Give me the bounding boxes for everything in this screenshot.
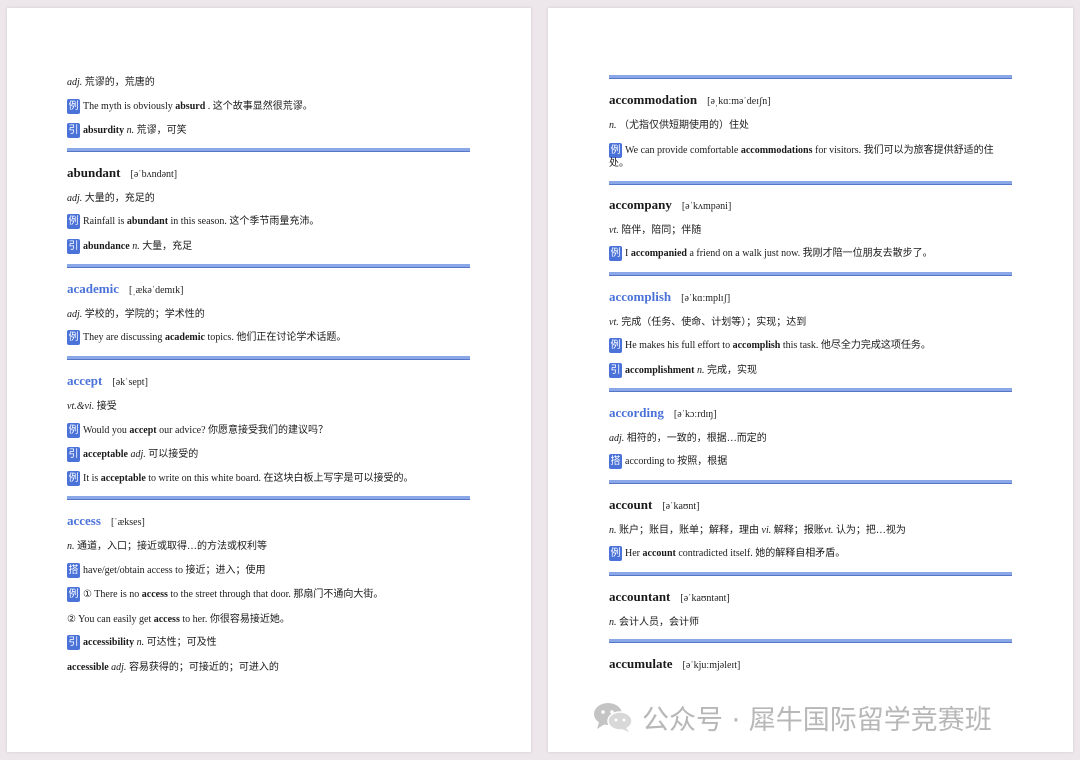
accept-example-1: 例 Would you accept our advice? 你愿意接受我们的建议… xyxy=(67,423,329,439)
phonetic: [əˌkɑːməˈdeɪʃn] xyxy=(707,96,771,107)
entry-word-accountant: accountant [əˈkaʊntənt] xyxy=(609,589,730,604)
accept-example-2: 例 It is acceptable to write on this white… xyxy=(67,471,414,487)
accompany-example: 例I accompanied a friend on a walk just n… xyxy=(609,246,933,262)
phonetic: [əkˈsept] xyxy=(112,377,148,388)
phonetic: [əˈkaʊntənt] xyxy=(680,593,730,604)
accommodation-definition: n. （尤指仅供短期使用的）住处 xyxy=(609,120,749,131)
phonetic: [əˈbʌndənt] xyxy=(130,169,178,180)
derivative-tag: 引 xyxy=(67,123,80,139)
access-derivative-2: accessible adj. 容易获得的；可接近的；可进入的 xyxy=(67,662,279,673)
abundant-example: 例 Rainfall is abundant in this season. 这个… xyxy=(67,214,320,230)
example-tag: 例 xyxy=(67,471,80,487)
phonetic: [əˈkɑːmplɪʃ] xyxy=(681,293,731,304)
academic-example: 例 They are discussing academic topics. 他们… xyxy=(67,330,347,346)
entry-word-academic: academic [ˌækəˈdemɪk] xyxy=(67,281,184,296)
accountant-definition: n. 会计人员，会计师 xyxy=(609,617,699,628)
academic-definition: adj. 学校的，学院的；学术性的 xyxy=(67,309,205,320)
account-example: 例 Her account contradicted itself. 她的解释自相… xyxy=(609,546,846,562)
entry-divider xyxy=(67,264,470,268)
collocation-tag: 搭 xyxy=(67,563,80,579)
abundant-definition: adj. 大量的，充足的 xyxy=(67,193,155,204)
entry-word-accept: accept [əkˈsept] xyxy=(67,373,148,388)
entry-word-according: according [əˈkɔːrdɪŋ] xyxy=(609,405,717,420)
example-tag: 例 xyxy=(67,99,80,115)
accept-derivative: 引 acceptable adj. 可以接受的 xyxy=(67,447,199,463)
derivative-tag: 引 xyxy=(67,635,80,651)
according-collocation: 搭 according to 按照，根据 xyxy=(609,454,728,470)
entry-word-accommodation: accommodation [əˌkɑːməˈdeɪʃn] xyxy=(609,92,771,107)
phonetic: [ˌækəˈdemɪk] xyxy=(128,285,184,296)
accomplish-definition: vt. 完成（任务、使命、计划等）；实现；达到 xyxy=(609,317,807,328)
example-tag: 例 xyxy=(67,423,80,439)
phonetic: [əˈkaʊnt] xyxy=(662,501,700,512)
accommodation-example: 例 We can provide comfortable accommodatio… xyxy=(609,143,994,169)
entry-word-accompany: accompany [əˈkʌmpəni] xyxy=(609,197,732,212)
access-collocation: 搭 have/get/obtain access to 接近；进入；使用 xyxy=(67,563,266,579)
entry-divider xyxy=(609,272,1012,276)
entry-divider xyxy=(67,356,470,360)
accept-definition: vt.&vi. 接受 xyxy=(67,401,117,412)
entry-divider xyxy=(609,388,1012,392)
accomplish-derivative: 引 accomplishment n. 完成，实现 xyxy=(609,363,757,379)
phonetic: [əˈkɔːrdɪŋ] xyxy=(673,409,717,420)
entry-word-abundant: abundant [əˈbʌndənt] xyxy=(67,165,178,180)
example-tag: 例 xyxy=(67,587,80,603)
watermark: 公众号 · 犀牛国际留学竞赛班 xyxy=(592,700,992,736)
derivative-tag: 引 xyxy=(67,239,80,255)
entry-word-account: account [əˈkaʊnt] xyxy=(609,497,700,512)
abundant-derivative: 引 abundance n. 大量，充足 xyxy=(67,239,193,255)
entry-word-accomplish: accomplish [əˈkɑːmplɪʃ] xyxy=(609,289,731,304)
example-tag: 例 xyxy=(67,330,80,346)
account-definition: n. 账户；账目，账单；解释，理由 vi. 解释；报账vt. 认为；把…视为 xyxy=(609,525,906,536)
phonetic: [əˈkjuːmjəleɪt] xyxy=(682,660,741,671)
derivative-tag: 引 xyxy=(609,363,622,379)
entry-divider xyxy=(609,480,1012,484)
left-page: adj. 荒谬的，荒唐的 例 The myth is obviously absu… xyxy=(7,8,531,752)
watermark-text: 公众号 · 犀牛国际留学竞赛班 xyxy=(642,704,992,736)
phonetic: [ˈækses] xyxy=(110,517,145,528)
entry-divider xyxy=(609,181,1012,185)
access-derivative: 引 accessibility n. 可达性；可及性 xyxy=(67,635,217,651)
access-definition: n. 通道，入口；接近或取得…的方法或权利等 xyxy=(67,541,267,552)
example-tag: 例 xyxy=(609,546,622,562)
absurd-definition: adj. 荒谬的，荒唐的 xyxy=(67,77,155,88)
collocation-tag: 搭 xyxy=(609,454,622,470)
example-tag: 例 xyxy=(609,246,622,262)
example-tag: 例 xyxy=(609,338,622,354)
absurd-example: 例 The myth is obviously absurd . 这个故事显然很荒… xyxy=(67,99,313,115)
wechat-icon xyxy=(594,703,633,732)
right-page: accommodation [əˌkɑːməˈdeɪʃn] n. （尤指仅供短期使… xyxy=(548,8,1073,752)
derivative-tag: 引 xyxy=(67,447,80,463)
accompany-definition: vt. 陪伴，陪同；伴随 xyxy=(609,225,702,236)
absurd-derivative: 引 absurdity n. 荒谬，可笑 xyxy=(67,123,187,139)
entry-divider xyxy=(609,75,1012,79)
example-tag: 例 xyxy=(609,143,622,158)
entry-divider xyxy=(67,148,470,152)
example-tag: 例 xyxy=(67,214,80,230)
entry-divider xyxy=(609,572,1012,576)
access-example-1: 例① There is no access to the street thro… xyxy=(67,587,384,603)
phonetic: [əˈkʌmpəni] xyxy=(681,201,732,212)
access-example-2: ② You can easily get access to her. 你很容易… xyxy=(67,614,290,625)
entry-divider xyxy=(609,639,1012,643)
according-definition: adj. 相符的，一致的，根据…而定的 xyxy=(609,433,767,444)
entry-divider xyxy=(67,496,470,500)
entry-word-accumulate: accumulate [əˈkjuːmjəleɪt] xyxy=(609,656,741,671)
accomplish-example: 例 He makes his full effort to accomplish … xyxy=(609,338,931,354)
entry-word-access: access [ˈækses] xyxy=(67,513,145,528)
